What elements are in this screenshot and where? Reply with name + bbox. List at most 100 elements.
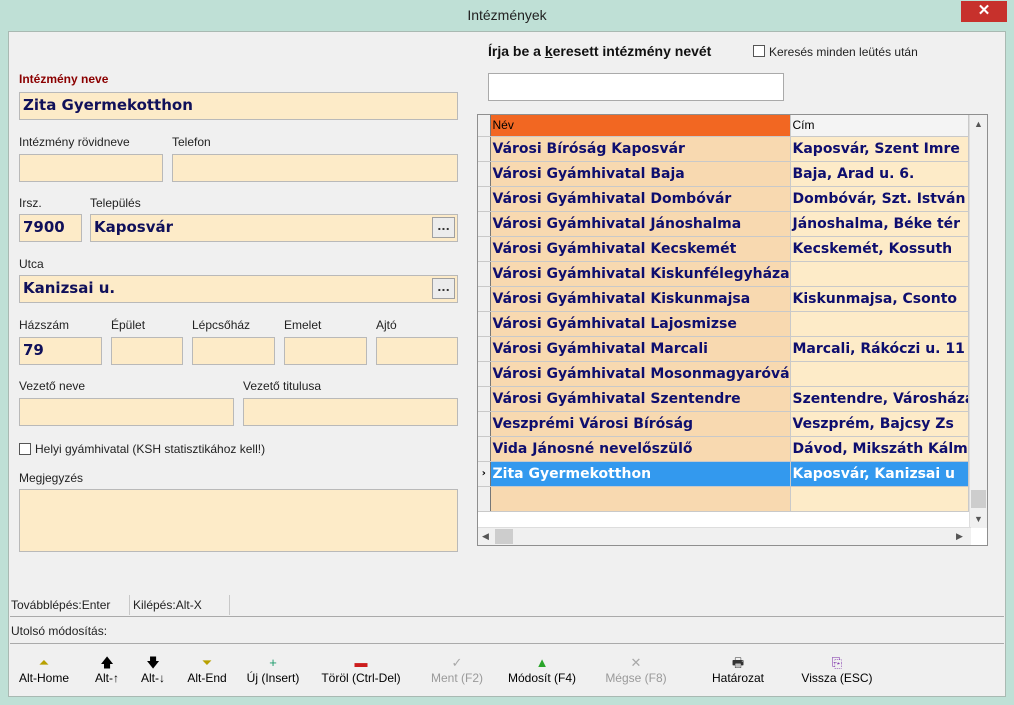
row-indicator[interactable] [478, 136, 491, 162]
cell-cim[interactable]: Dávod, Mikszáth Kálm [790, 436, 969, 462]
cell-cim[interactable]: Jánoshalma, Béke tér [790, 211, 969, 237]
row-indicator[interactable] [478, 161, 491, 187]
cell-nev[interactable]: Városi Gyámhivatal Mosonmagyaróvár [490, 361, 791, 387]
toolbar-button-cancel[interactable]: ✕ Mégse (F8) [598, 645, 674, 697]
cell-nev[interactable]: Városi Bíróság Kaposvár [490, 136, 791, 162]
table-row[interactable]: Városi Gyámhivatal Lajosmizse [478, 311, 969, 337]
row-indicator[interactable] [478, 311, 491, 337]
cell-cim[interactable]: Kaposvár, Szent Imre [790, 136, 969, 162]
row-indicator[interactable] [478, 436, 491, 462]
toolbar-button-check[interactable]: ✓ Ment (F2) [422, 645, 492, 697]
cell-cim[interactable]: Baja, Arad u. 6. [790, 161, 969, 187]
scroll-right-icon[interactable]: ▶ [956, 531, 963, 542]
row-indicator[interactable] [478, 286, 491, 312]
table-row[interactable]: Városi Gyámhivatal Dombóvár Dombóvár, Szt… [478, 186, 969, 212]
table-row[interactable]: Városi Gyámhivatal Marcali Marcali, Rákóc… [478, 336, 969, 362]
cell-nev[interactable]: Veszprémi Városi Bíróság [490, 411, 791, 437]
cell-nev[interactable]: Városi Gyámhivatal Jánoshalma [490, 211, 791, 237]
cell-nev[interactable]: Városi Gyámhivatal Kecskemét [490, 236, 791, 262]
epulet-field[interactable] [111, 337, 183, 365]
toolbar-button-label: Mégse (F8) [605, 671, 667, 685]
grid-horizontal-scrollbar[interactable]: ◀ ▶ [478, 527, 971, 545]
toolbar-button-triangle-up[interactable]: ▲ Módosít (F4) [502, 645, 582, 697]
row-indicator[interactable] [478, 261, 491, 287]
cell-nev[interactable]: Városi Gyámhivatal Szentendre [490, 386, 791, 412]
cell-nev[interactable]: Zita Gyermekotthon [490, 461, 791, 487]
ajto-field[interactable] [376, 337, 458, 365]
table-row[interactable]: Városi Gyámhivatal Kecskemét Kecskemét, K… [478, 236, 969, 262]
cell-cim[interactable]: Kecskemét, Kossuth [790, 236, 969, 262]
cell-cim[interactable] [790, 311, 969, 337]
cell-cim[interactable]: Kaposvár, Kanizsai u [790, 461, 969, 487]
scroll-up-icon[interactable]: ▲ [974, 119, 983, 129]
vezeto-neve-field[interactable] [19, 398, 234, 426]
scroll-down-icon[interactable]: ▼ [974, 514, 983, 524]
cell-cim[interactable] [790, 261, 969, 287]
column-header-nev[interactable]: Név [490, 115, 791, 137]
row-indicator[interactable] [478, 336, 491, 362]
telepules-lookup-button[interactable]: ... [432, 217, 455, 238]
cell-cim[interactable]: Dombóvár, Szt. István [790, 186, 969, 212]
toolbar-button-label: Alt-↑ [95, 671, 119, 685]
irsz-field[interactable]: 7900 [19, 214, 82, 242]
row-indicator[interactable] [478, 236, 491, 262]
cell-cim[interactable] [790, 361, 969, 387]
hazszam-field[interactable]: 79 [19, 337, 102, 365]
column-header-cim[interactable]: Cím [790, 115, 969, 137]
horizontal-scroll-thumb[interactable] [495, 529, 513, 544]
table-row[interactable]: Városi Gyámhivatal Mosonmagyaróvár [478, 361, 969, 387]
cell-cim[interactable]: Veszprém, Bajcsy Zs [790, 411, 969, 437]
row-indicator[interactable]: › [478, 461, 491, 487]
intezmeny-neve-field[interactable]: Zita Gyermekotthon [19, 92, 458, 120]
table-row[interactable]: Városi Gyámhivatal Szentendre Szentendre,… [478, 386, 969, 412]
row-indicator[interactable] [478, 211, 491, 237]
toolbar-button-printer[interactable]: 🖶 Határozat [700, 645, 776, 697]
megjegyzes-field[interactable] [19, 489, 458, 552]
search-input[interactable] [488, 73, 784, 101]
table-row[interactable]: Városi Gyámhivatal Kiskunmajsa Kiskunmajs… [478, 286, 969, 312]
row-indicator[interactable] [478, 186, 491, 212]
telepules-field[interactable]: Kaposvár ... [90, 214, 458, 242]
helyi-gyamhivatal-checkbox[interactable] [19, 443, 31, 455]
cell-nev[interactable]: Városi Gyámhivatal Dombóvár [490, 186, 791, 212]
cell-cim[interactable]: Szentendre, Városháza [790, 386, 969, 412]
cell-nev[interactable]: Városi Gyámhivatal Lajosmizse [490, 311, 791, 337]
table-row[interactable]: Városi Gyámhivatal Baja Baja, Arad u. 6. [478, 161, 969, 187]
row-indicator[interactable] [478, 361, 491, 387]
vertical-scroll-thumb[interactable] [971, 490, 986, 508]
toolbar-button-last-record[interactable]: ⏷ Alt-End [178, 645, 236, 697]
table-row[interactable]: Veszprémi Városi Bíróság Veszprém, Bajcsy… [478, 411, 969, 437]
toolbar-button-exit-door[interactable]: ⎘ Vissza (ESC) [792, 645, 882, 697]
emelet-field[interactable] [284, 337, 367, 365]
cell-nev[interactable]: Városi Gyámhivatal Kiskunmajsa [490, 286, 791, 312]
utca-field[interactable]: Kanizsai u. ... [19, 275, 458, 303]
table-row[interactable]: Városi Gyámhivatal Kiskunfélegyháza [478, 261, 969, 287]
toolbar-button-minus[interactable]: ▬ Töröl (Ctrl-Del) [310, 645, 412, 697]
every-key-search-checkbox[interactable] [753, 45, 765, 57]
toolbar-button-arrow-down[interactable]: 🡇 Alt-↓ [132, 645, 174, 697]
table-row[interactable]: › Zita Gyermekotthon Kaposvár, Kanizsai u [478, 461, 969, 487]
table-row[interactable]: Vida Jánosné nevelőszülő Dávod, Mikszáth … [478, 436, 969, 462]
lepcsohaz-field[interactable] [192, 337, 275, 365]
cell-cim[interactable]: Marcali, Rákóczi u. 11 [790, 336, 969, 362]
cell-nev[interactable]: Városi Gyámhivatal Kiskunfélegyháza [490, 261, 791, 287]
toolbar-button-arrow-up[interactable]: 🡅 Alt-↑ [86, 645, 128, 697]
institution-grid[interactable]: Név Cím Városi Bíróság Kaposvár Kaposvár, S… [477, 114, 988, 546]
cell-nev[interactable]: Vida Jánosné nevelőszülő [490, 436, 791, 462]
table-row[interactable]: Városi Bíróság Kaposvár Kaposvár, Szent I… [478, 136, 969, 162]
rovidnev-field[interactable] [19, 154, 163, 182]
vezeto-titulusa-field[interactable] [243, 398, 458, 426]
cell-cim[interactable]: Kiskunmajsa, Csonto [790, 286, 969, 312]
toolbar-button-plus[interactable]: + Új (Insert) [240, 645, 306, 697]
row-indicator[interactable] [478, 411, 491, 437]
table-row[interactable]: Városi Gyámhivatal Jánoshalma Jánoshalma,… [478, 211, 969, 237]
scroll-left-icon[interactable]: ◀ [482, 531, 489, 542]
row-indicator[interactable] [478, 386, 491, 412]
cell-nev[interactable]: Városi Gyámhivatal Marcali [490, 336, 791, 362]
toolbar-button-first-record[interactable]: ⏶ Alt-Home [14, 645, 74, 697]
grid-vertical-scrollbar[interactable]: ▲ ▼ [969, 115, 987, 528]
telefon-field[interactable] [172, 154, 458, 182]
cell-nev[interactable]: Városi Gyámhivatal Baja [490, 161, 791, 187]
close-button[interactable]: ✕ [961, 1, 1007, 22]
utca-lookup-button[interactable]: ... [432, 278, 455, 299]
